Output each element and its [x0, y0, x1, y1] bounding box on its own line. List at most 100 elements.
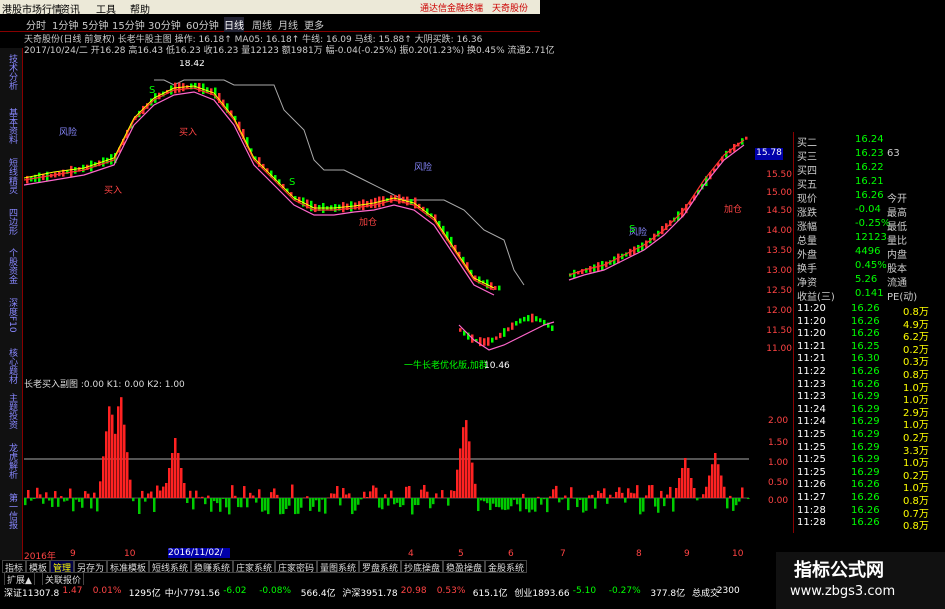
status-item: 615.1亿 [472, 589, 508, 599]
terminal-title: 通达信金融终端 [420, 4, 484, 14]
indicator-bar [396, 498, 399, 503]
indicator-bar [447, 498, 450, 506]
indicator-bar [582, 498, 585, 513]
tick-time: 11:25 [797, 454, 826, 466]
indicator-bar [552, 489, 555, 498]
tab-60min[interactable]: 60分钟 [186, 17, 219, 32]
indicator-bar [72, 498, 75, 512]
quote-label: 总量 [797, 236, 817, 247]
candle [74, 167, 77, 174]
sidebar-item-spirit[interactable]: 短线精灵 [3, 158, 19, 194]
quote-row: 收益(三) 0.141 PE(动) [797, 288, 942, 303]
candle [503, 328, 506, 337]
time-tick: 7 [560, 549, 566, 559]
quote-value: 12123 [855, 232, 887, 243]
indicator-bar [108, 406, 111, 498]
sidebar-item-funds[interactable]: 个股资金 [3, 248, 19, 284]
price-tick: 15.50 [766, 170, 792, 180]
sidebar-item-theme[interactable]: 核心题材 [3, 348, 19, 384]
high-price-label: 18.42 [179, 60, 205, 69]
sidebar-item-news[interactable]: 第一信报 [3, 493, 19, 529]
indicator-bar [510, 498, 513, 507]
status-item: 总成交 [692, 589, 720, 599]
menu-item-market[interactable]: 港股市场行情 [2, 1, 62, 16]
indicator-bar [648, 485, 651, 498]
tick-row: 11:25 16.29 1.0万 [797, 454, 942, 469]
sidebar-item-technical[interactable]: 技术分析 [3, 54, 19, 90]
bottom-tab[interactable]: 庄家系统 [233, 560, 276, 574]
menu-item-help[interactable]: 帮助 [130, 1, 150, 16]
indicator-bar [672, 498, 675, 512]
quote-value: 4496 [855, 246, 881, 257]
bottom-tab[interactable]: 短线系统 [149, 560, 192, 574]
indicator-bar [705, 486, 708, 498]
indicator-bar [717, 464, 720, 498]
indicator-bar [261, 498, 264, 512]
tab-weekly[interactable]: 周线 [252, 17, 272, 32]
tick-row: 11:26 16.26 1.0万 [797, 479, 942, 494]
tick-price: 16.26 [851, 315, 880, 327]
indicator-bar [441, 490, 444, 498]
tab-daily[interactable]: 日线 [224, 17, 244, 32]
indicator-bar [279, 498, 282, 515]
quote-extra: 内盘 [887, 250, 907, 261]
price-tick: 15.00 [766, 188, 792, 198]
indicator-bar [564, 495, 567, 498]
indicator-bar [30, 498, 33, 501]
tick-volume: 0.8万 [903, 521, 929, 533]
tab-15min[interactable]: 15分钟 [112, 17, 145, 32]
tab-1min[interactable]: 1分钟 [52, 17, 78, 32]
indicator-bar [504, 498, 507, 511]
indicator-bar [561, 498, 564, 500]
indicator-bar [399, 498, 402, 508]
quote-label: 买五 [797, 180, 817, 191]
indicator-bar [492, 498, 495, 504]
indicator-bar [570, 487, 573, 498]
indicator-bar [144, 498, 147, 502]
sidebar-item-dragon[interactable]: 龙虎解析 [3, 443, 19, 479]
sidebar-item-invest[interactable]: 主题投资 [3, 393, 19, 429]
indicator-bar [96, 498, 99, 512]
indicator-bar [738, 498, 741, 502]
tab-30min[interactable]: 30分钟 [148, 17, 181, 32]
indicator-bar [435, 493, 438, 498]
bottom-tab[interactable]: 罗盘系统 [359, 560, 402, 574]
tab-intraday[interactable]: 分时 [26, 17, 46, 32]
indicator-bar [372, 485, 375, 498]
quote-label: 买二 [797, 138, 817, 149]
bottom-tab[interactable]: 庄家密码 [275, 560, 318, 574]
indicator-bar [189, 490, 192, 498]
indicator-bar [522, 493, 525, 498]
risk-label-2: 风险 [414, 161, 432, 173]
indicator-bar [204, 498, 207, 505]
sidebar-item-quad[interactable]: 四边形 [3, 208, 19, 235]
tick-row: 11:20 16.26 0.8万 [797, 303, 942, 318]
indicator-bar [690, 478, 693, 498]
bottom-tab[interactable]: 稳盈操盘 [443, 560, 486, 574]
indicator-bar [324, 498, 327, 514]
tab-more[interactable]: 更多 [304, 17, 324, 32]
bottom-tab[interactable]: 量图系统 [317, 560, 360, 574]
quote-value: 5.26 [855, 274, 878, 285]
candle [487, 337, 490, 346]
bottom-tab[interactable]: 金股系统 [485, 560, 528, 574]
indicator-bar [249, 492, 252, 498]
tick-row: 11:21 16.30 0.3万 [797, 353, 942, 368]
indicator-bar [252, 495, 255, 498]
bottom-tab[interactable]: 稳赚系统 [191, 560, 234, 574]
menu-item-news[interactable]: 资讯 [60, 1, 80, 16]
buy-indicator-chart[interactable] [24, 386, 784, 546]
sidebar-item-f10[interactable]: 深度F10 [3, 298, 19, 333]
indicator-bar [423, 484, 426, 498]
indicator-bar [612, 497, 615, 498]
tab-5min[interactable]: 5分钟 [82, 17, 108, 32]
indicator-bar [213, 498, 216, 502]
tab-monthly[interactable]: 月线 [278, 17, 298, 32]
kline-chart[interactable]: 18.42 买入 买入 加仓 加仓 风险 风险 风险 S S S 一牛长老优化版… [24, 60, 784, 370]
indicator-bar [192, 498, 195, 510]
sidebar-item-basic[interactable]: 基本资料 [3, 108, 19, 144]
bottom-tab[interactable]: 抄底操盘 [401, 560, 444, 574]
menu-item-tools[interactable]: 工具 [96, 1, 116, 16]
tick-price: 16.26 [851, 504, 880, 516]
indicator-bar [369, 491, 372, 498]
